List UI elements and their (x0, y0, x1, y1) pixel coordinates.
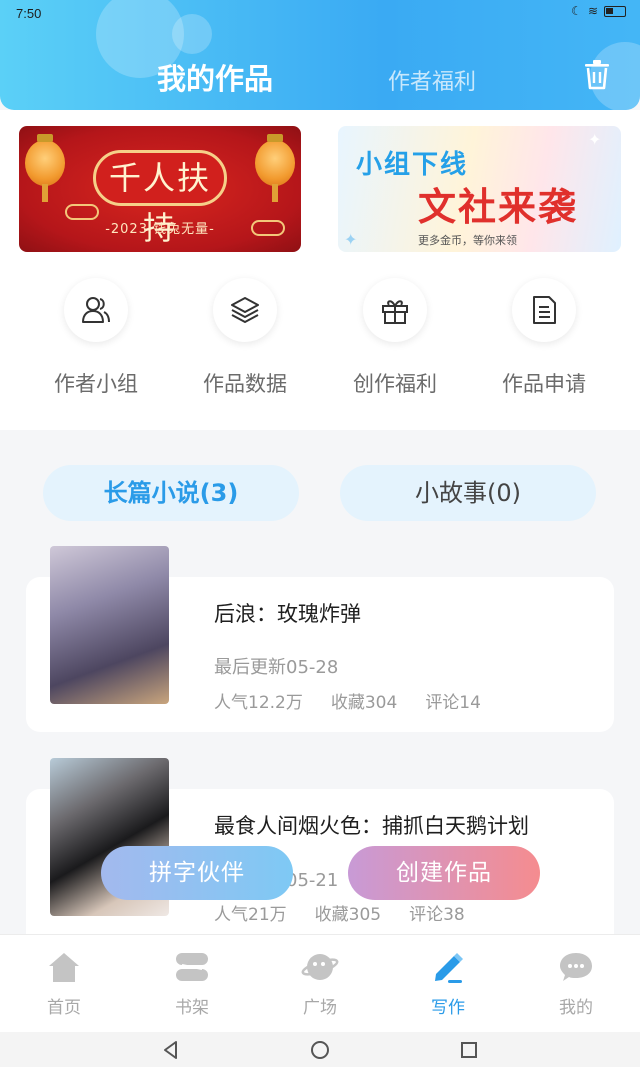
lantern-icon (255, 134, 295, 202)
create-work-button[interactable]: 创建作品 (348, 846, 540, 900)
nav-square[interactable]: 广场 (270, 949, 370, 1018)
book-popularity: 人气21万 (214, 905, 287, 925)
book-stats: 人气21万 收藏305 评论38 (214, 900, 465, 925)
nav-label: 写作 (431, 998, 465, 1018)
book-title: 后浪：玫瑰炸弹 (214, 602, 361, 626)
book-popularity: 人气12.2万 (214, 693, 303, 713)
banner-caption: -2023 钱兔无量- (105, 222, 215, 237)
nav-label: 首页 (47, 998, 81, 1018)
menu-label: 创作福利 (353, 372, 437, 396)
nav-mine[interactable]: 我的 (526, 949, 626, 1018)
document-icon (512, 278, 576, 342)
chat-icon (526, 949, 626, 985)
menu-author-group[interactable]: 作者小组 (36, 278, 156, 398)
menu-works-apply[interactable]: 作品申请 (484, 278, 604, 398)
nav-bookshelf[interactable]: 书架 (142, 949, 242, 1018)
book-last-update: 最后更新05-28 (214, 657, 339, 678)
back-icon[interactable] (162, 1040, 180, 1060)
nav-write[interactable]: 写作 (398, 949, 498, 1018)
tab-long-novels[interactable]: 长篇小说(3) (43, 465, 299, 521)
status-time: 7:50 (16, 6, 42, 21)
top-header: 7:50 ☾ ≋ 我的作品 作者福利 (0, 0, 640, 110)
tab-short-stories[interactable]: 小故事(0) (340, 465, 596, 521)
bottom-nav: 首页 书架 广场 写作 我的 (0, 934, 640, 1032)
book-favorites: 收藏304 (330, 693, 398, 713)
planet-icon (270, 949, 370, 985)
recents-icon[interactable] (460, 1040, 478, 1060)
nav-label: 我的 (559, 998, 593, 1018)
battery-icon (604, 5, 626, 17)
menu-label: 作品申请 (502, 372, 586, 396)
book-title: 最食人间烟火色：捕抓白天鹅计划 (214, 814, 529, 838)
trash-icon[interactable] (583, 60, 611, 90)
moon-icon: ☾ (571, 4, 582, 18)
tab-author-benefits[interactable]: 作者福利 (388, 64, 476, 96)
book-comments: 评论38 (409, 905, 465, 925)
menu-works-data[interactable]: 作品数据 (185, 278, 305, 398)
book-favorites: 收藏305 (314, 905, 382, 925)
book-cover[interactable] (50, 546, 169, 704)
bookshelf-icon (142, 949, 242, 985)
nav-label: 书架 (175, 998, 209, 1018)
book-stats: 人气12.2万 收藏304 评论14 (214, 688, 481, 713)
pen-icon (398, 949, 498, 985)
layers-icon (213, 278, 277, 342)
sparkle-icon: ✦ (588, 130, 602, 149)
tab-my-works[interactable]: 我的作品 (157, 56, 273, 98)
home-circle-icon[interactable] (310, 1040, 330, 1060)
banner-title: 千人扶持 (93, 150, 227, 247)
lantern-icon (25, 134, 65, 202)
menu-label: 作品数据 (203, 372, 287, 396)
gift-icon (363, 278, 427, 342)
nav-label: 广场 (303, 998, 337, 1018)
home-icon (14, 949, 114, 985)
menu-creation-benefits[interactable]: 创作福利 (335, 278, 455, 398)
decor-bubble (172, 14, 212, 54)
users-icon (64, 278, 128, 342)
book-comments: 评论14 (425, 693, 481, 713)
banner-line2: 文社来袭 (418, 185, 579, 229)
menu-label: 作者小组 (54, 372, 138, 396)
banner-caption: 更多金币，等你来领 (418, 234, 517, 247)
banner-support[interactable]: 千人扶持 -2023 钱兔无量- (19, 126, 301, 252)
wifi-icon: ≋ (587, 4, 598, 18)
banner-club[interactable]: 小组下线 文社来袭 更多金币，等你来领 ✦ ✦ (338, 126, 621, 252)
status-icons: ☾ ≋ (571, 4, 626, 18)
sparkle-icon: ✦ (344, 230, 358, 249)
partner-button[interactable]: 拼字伙伴 (101, 846, 293, 900)
system-nav-bar (0, 1032, 640, 1067)
nav-home[interactable]: 首页 (14, 949, 114, 1018)
